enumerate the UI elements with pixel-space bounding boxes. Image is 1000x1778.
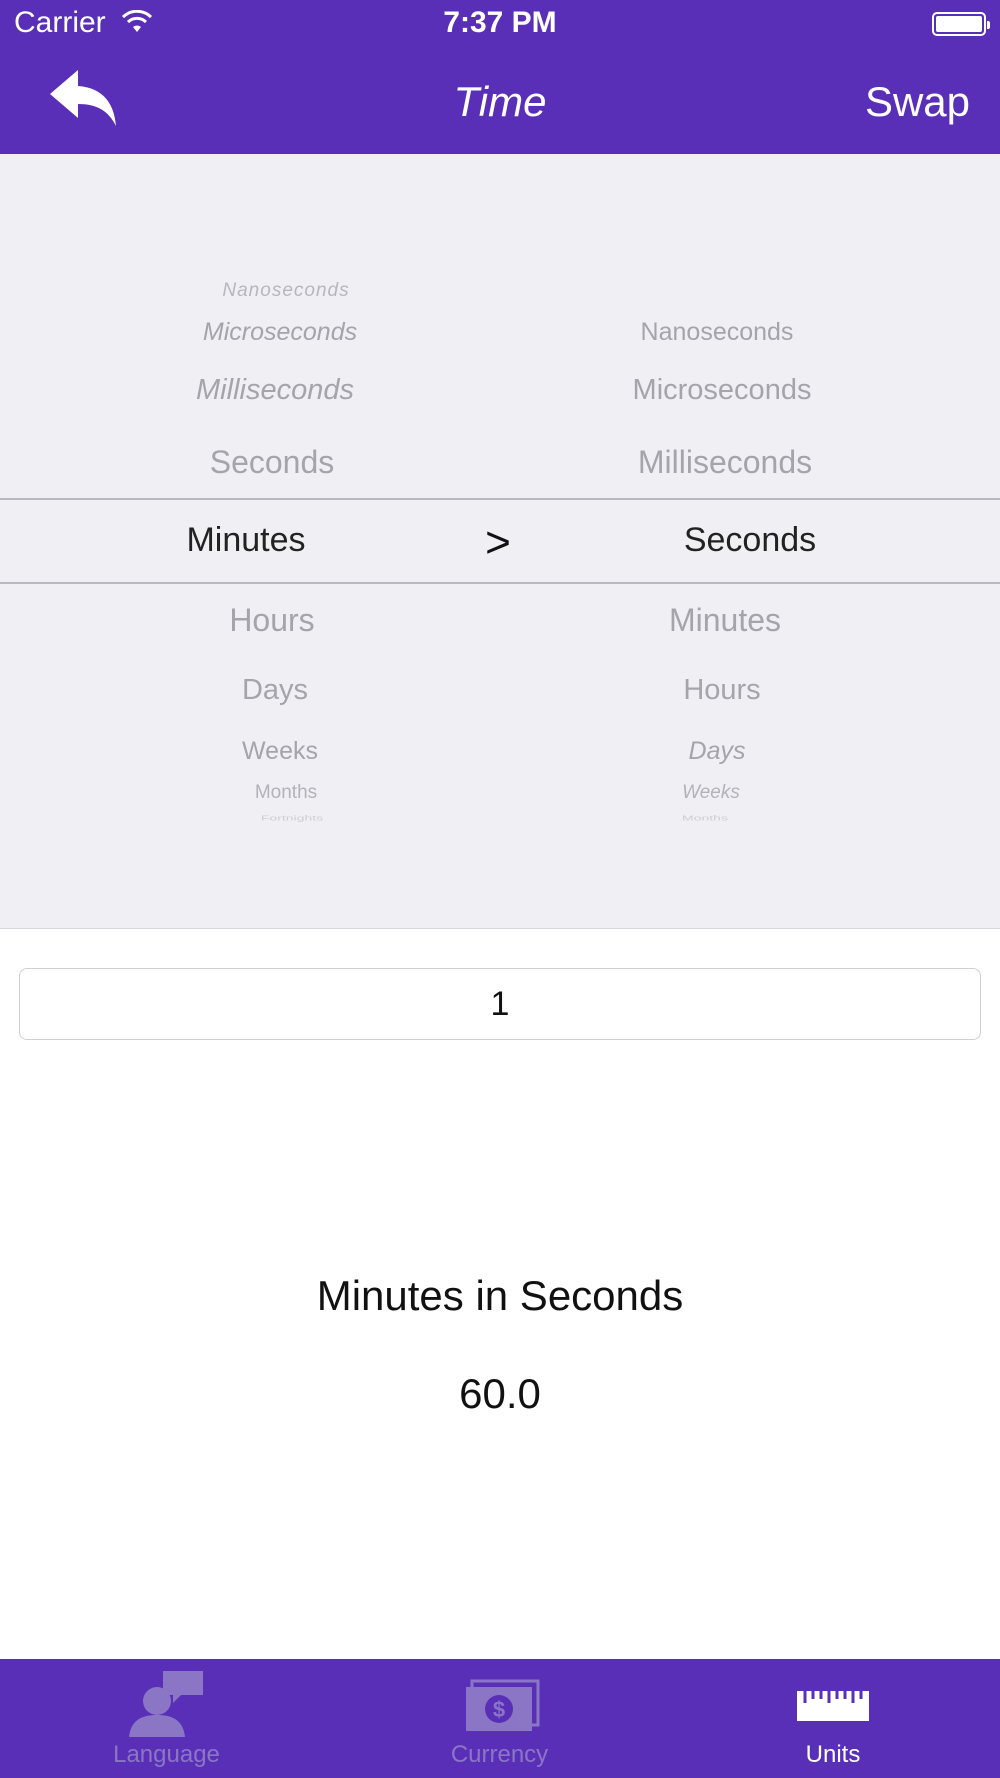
picker-item[interactable]: Milliseconds bbox=[196, 374, 354, 407]
selection-bottom-line bbox=[0, 582, 1000, 584]
picker-item[interactable]: Microseconds bbox=[203, 318, 357, 347]
picker-item[interactable]: Hours bbox=[683, 674, 760, 707]
picker-item[interactable]: Hours bbox=[229, 602, 314, 639]
person-speech-icon bbox=[128, 1671, 203, 1737]
swap-button[interactable]: Swap bbox=[865, 78, 970, 126]
page-title: Time bbox=[453, 78, 547, 125]
value-input[interactable] bbox=[19, 968, 981, 1040]
picker-item[interactable]: Seconds bbox=[210, 444, 335, 481]
picker-item[interactable]: Weeks bbox=[242, 737, 318, 766]
tab-label: Currency bbox=[450, 1741, 549, 1768]
picker-item[interactable]: Weeks bbox=[682, 782, 740, 804]
picker-item[interactable]: Days bbox=[689, 737, 746, 766]
svg-text:$: $ bbox=[492, 1697, 504, 1722]
picker-item[interactable]: Nanoseconds bbox=[222, 280, 349, 302]
money-stack-icon: $ bbox=[465, 1679, 539, 1731]
picker-item[interactable]: Milliseconds bbox=[638, 444, 812, 481]
result-label: Minutes in Seconds bbox=[316, 1272, 684, 1319]
tab-label: Units bbox=[805, 1741, 861, 1768]
battery-icon bbox=[932, 12, 990, 36]
result-value: 60.0 bbox=[459, 1370, 541, 1417]
picker-item[interactable]: Minutes bbox=[669, 602, 781, 639]
tab-bar: Language $ Currency Units bbox=[0, 1659, 1000, 1778]
tab-label: Language bbox=[113, 1741, 220, 1768]
picker-item[interactable]: Microseconds bbox=[633, 374, 812, 407]
selected-to-unit[interactable]: Seconds bbox=[684, 521, 816, 560]
picker-item[interactable]: Months bbox=[255, 782, 317, 804]
picker-item[interactable]: Fortnights bbox=[261, 814, 323, 822]
selection-top-line bbox=[0, 498, 1000, 500]
clock-label: 7:37 PM bbox=[443, 6, 557, 39]
picker-item[interactable]: Nanoseconds bbox=[641, 318, 794, 347]
tab-language[interactable]: Language bbox=[0, 1659, 333, 1778]
tab-currency[interactable]: $ Currency bbox=[333, 1659, 666, 1778]
conversion-arrow: > bbox=[485, 518, 511, 567]
tab-units[interactable]: Units bbox=[666, 1659, 1000, 1778]
ruler-icon bbox=[797, 1691, 869, 1721]
picker-item[interactable]: Months bbox=[682, 814, 728, 822]
picker-item[interactable]: Days bbox=[242, 674, 308, 707]
navigation-bar: Carrier 7:37 PM Time Swap bbox=[0, 0, 1000, 154]
unit-picker[interactable]: Nanoseconds Microseconds Milliseconds Se… bbox=[0, 154, 1000, 929]
selected-from-unit[interactable]: Minutes bbox=[186, 521, 305, 560]
